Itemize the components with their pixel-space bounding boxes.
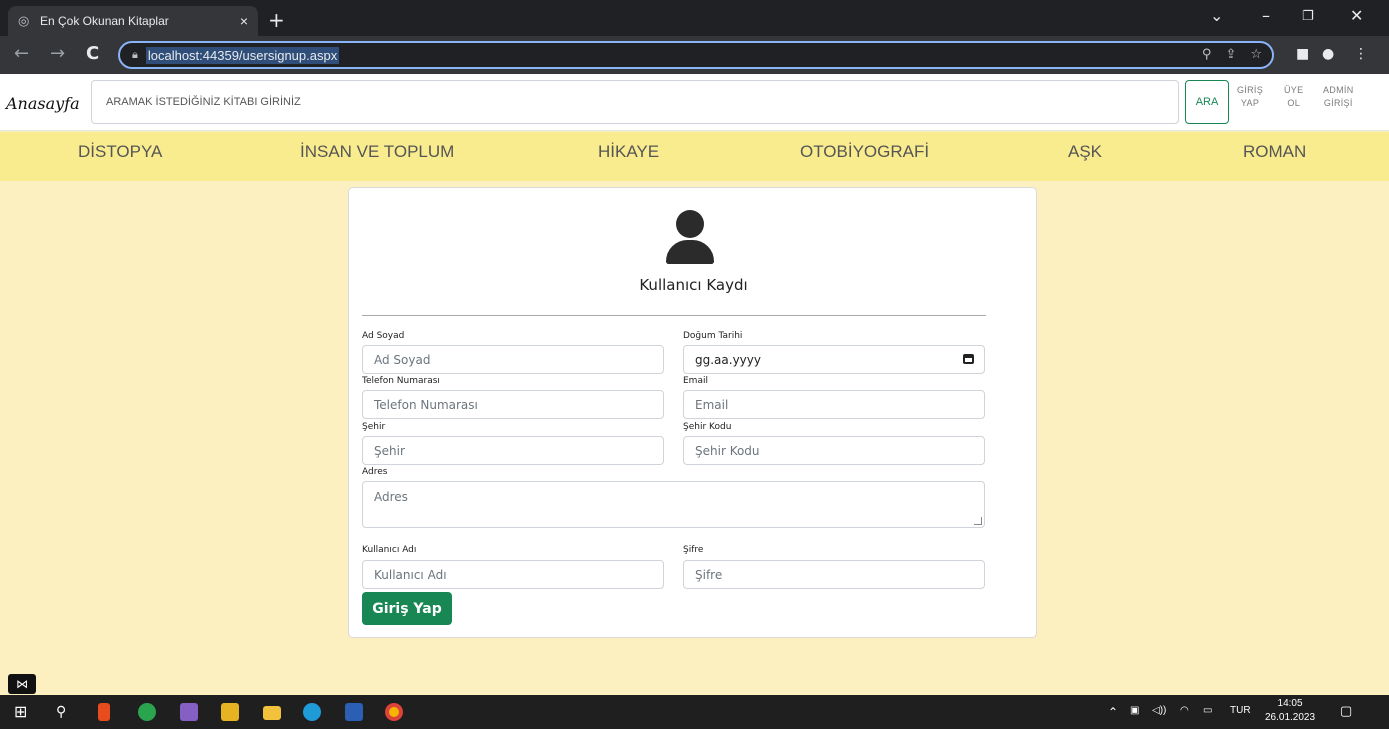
admin-login-line2: GİRİŞİ (1323, 98, 1353, 108)
paint-icon[interactable] (221, 703, 239, 721)
user-avatar-icon (665, 210, 715, 264)
file-explorer-icon[interactable] (263, 706, 281, 720)
volume-icon[interactable]: ◁)) (1152, 705, 1166, 716)
city-code-label: Şehir Kodu (683, 422, 732, 432)
search-input[interactable]: ARAMAK İSTEDİĞİNİZ KİTABI GİRİNİZ (91, 80, 1179, 124)
new-tab-button[interactable]: + (268, 8, 285, 32)
address-placeholder: Adres (374, 490, 408, 504)
submit-button[interactable]: Giriş Yap (362, 592, 452, 625)
globe-icon: ◎ (18, 13, 30, 28)
menu-icon[interactable]: ⋮ (1354, 46, 1368, 62)
clock-time: 14:05 (1277, 698, 1303, 709)
restore-icon[interactable]: ❐ (1302, 9, 1314, 24)
category-otobiyografi[interactable]: OTOBİYOGRAFİ (800, 142, 929, 162)
forward-icon[interactable]: → (50, 44, 65, 64)
category-distopya[interactable]: DİSTOPYA (78, 142, 162, 162)
category-hikaye[interactable]: HİKAYE (598, 142, 659, 162)
address-textarea[interactable]: Adres (362, 481, 985, 528)
category-insan-ve-toplum[interactable]: İNSAN VE TOPLUM (300, 142, 454, 162)
url-text: localhost:44359/usersignup.aspx (145, 46, 340, 64)
signup-link-line2: OL (1287, 98, 1300, 108)
form-divider (362, 315, 986, 316)
share-icon[interactable]: ⇪ (1225, 47, 1236, 62)
visual-studio-icon[interactable] (180, 703, 198, 721)
birthdate-label: Doğum Tarihi (683, 331, 743, 341)
email-label: Email (683, 376, 708, 386)
windows-start-icon[interactable]: ⊞ (14, 703, 32, 721)
reload-icon[interactable]: C (86, 44, 99, 64)
chrome-icon[interactable] (385, 703, 403, 721)
birthdate-input[interactable]: gg.aa.yyyy (683, 345, 985, 374)
phone-input[interactable]: Telefon Numarası (362, 390, 664, 419)
phone-label: Telefon Numarası (362, 376, 440, 386)
edge-icon[interactable] (303, 703, 321, 721)
lock-icon: 🔒︎ (132, 48, 138, 61)
username-input[interactable]: Kullanıcı Adı (362, 560, 664, 589)
city-label: Şehir (362, 422, 386, 432)
browser-tab-strip: ◎ En Çok Okunan Kitaplar × + ⌄ – ❐ ✕ (0, 0, 1389, 36)
search-icon[interactable]: ⚲ (56, 703, 74, 721)
address-label: Adres (362, 467, 388, 477)
birthdate-value: gg.aa.yyyy (695, 352, 761, 367)
category-roman[interactable]: ROMAN (1243, 142, 1306, 162)
fullname-label: Ad Soyad (362, 331, 405, 341)
battery-icon[interactable]: ▭ (1203, 705, 1212, 716)
brand-home-link[interactable]: Anasayfa (6, 94, 80, 113)
address-bar[interactable]: 🔒︎ localhost:44359/usersignup.aspx ⚲ ⇪ ☆ (118, 41, 1274, 69)
bookmark-star-icon[interactable]: ☆ (1250, 47, 1262, 62)
side-panel-icon[interactable]: ■ (1296, 46, 1309, 62)
notification-icon[interactable]: ▢ (1340, 703, 1352, 719)
search-button[interactable]: ARA (1185, 80, 1229, 124)
category-bar: DİSTOPYA İNSAN VE TOPLUM HİKAYE OTOBİYOG… (0, 132, 1389, 181)
signup-link-line1: ÜYE (1284, 85, 1304, 95)
word-icon[interactable] (345, 703, 363, 721)
login-link[interactable]: GİRİŞ YAP (1237, 84, 1263, 110)
system-clock[interactable]: 14:05 26.01.2023 (1265, 697, 1315, 725)
close-window-icon[interactable]: ✕ (1350, 6, 1363, 25)
tray-chevron-icon[interactable]: ⌃ (1108, 705, 1118, 719)
password-label: Şifre (683, 545, 704, 555)
login-link-line1: GİRİŞ (1237, 85, 1264, 95)
admin-login-link[interactable]: ADMİN GİRİŞİ (1323, 84, 1354, 110)
category-ask[interactable]: AŞK (1068, 142, 1102, 162)
browserlink-icon[interactable]: ⋈ (8, 674, 36, 694)
windows-taskbar: ⊞ ⚲ ⌃ ▣ ◁)) ◠ ▭ TUR 14:05 26.01.2023 ▢ (0, 695, 1389, 729)
signup-link[interactable]: ÜYE OL (1284, 84, 1303, 110)
clock-date: 26.01.2023 (1265, 712, 1316, 723)
site-navbar: Anasayfa ARAMAK İSTEDİĞİNİZ KİTABI GİRİN… (0, 74, 1389, 131)
city-input[interactable]: Şehir (362, 436, 664, 465)
city-code-input[interactable]: Şehir Kodu (683, 436, 985, 465)
tray-app-icon[interactable]: ▣ (1130, 705, 1139, 716)
resize-handle-icon[interactable] (974, 517, 982, 525)
tab-search-icon[interactable]: ⌄ (1210, 6, 1223, 25)
close-tab-icon[interactable]: × (240, 13, 248, 29)
fullname-input[interactable]: Ad Soyad (362, 345, 664, 374)
username-label: Kullanıcı Adı (362, 545, 417, 555)
tab-title: En Çok Okunan Kitaplar (40, 14, 169, 28)
password-input[interactable]: Şifre (683, 560, 985, 589)
calendar-icon[interactable] (963, 354, 974, 364)
email-input[interactable]: Email (683, 390, 985, 419)
language-indicator[interactable]: TUR (1230, 705, 1251, 716)
wifi-icon[interactable]: ◠ (1180, 705, 1189, 716)
admin-login-line1: ADMİN (1323, 85, 1354, 95)
signup-card: Kullanıcı Kaydı Ad Soyad Ad Soyad Doğum … (348, 187, 1037, 638)
minimize-icon[interactable]: – (1262, 6, 1270, 25)
chrome-profile-icon[interactable] (138, 703, 156, 721)
profile-icon[interactable]: ● (1322, 46, 1334, 62)
browser-tab[interactable]: ◎ En Çok Okunan Kitaplar × (8, 6, 258, 36)
login-link-line2: YAP (1240, 98, 1260, 108)
back-icon[interactable]: ← (14, 44, 29, 64)
zoom-icon[interactable]: ⚲ (1202, 47, 1212, 62)
office-icon[interactable] (98, 703, 110, 721)
form-title: Kullanıcı Kaydı (639, 276, 748, 294)
